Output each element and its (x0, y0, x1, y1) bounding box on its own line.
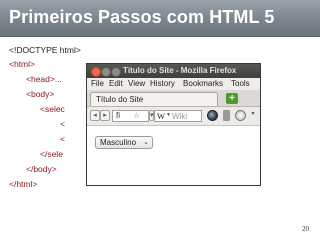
menu-tools[interactable]: Tools (231, 79, 250, 88)
new-tab-icon[interactable]: + (226, 93, 238, 104)
minimize-window-icon[interactable] (101, 67, 111, 77)
code-line-doctype: <!DOCTYPE html> (9, 45, 81, 55)
search-placeholder: Wiki (172, 112, 188, 121)
window-title: Título do Site - Mozilla Firefox (123, 66, 237, 75)
code-line-html-close: </html> (9, 179, 38, 189)
slide-title-bar: Primeiros Passos com HTML 5 (0, 0, 320, 37)
tab-label: Título do Site (96, 95, 144, 104)
gender-select[interactable]: Masculino ⌄ (95, 136, 153, 149)
page-content: Masculino ⌄ (87, 126, 260, 185)
code-line-option-1: < (60, 119, 65, 129)
forward-arrow-icon[interactable]: ▸ (100, 110, 110, 121)
tab-strip: Título do Site + (87, 90, 260, 107)
url-bar[interactable]: fi ☆ (112, 110, 149, 122)
navigation-toolbar: ◂ ▸ fi ☆ ▾ W ▼ Wiki ▾ (87, 107, 260, 126)
search-engine-dropdown-icon[interactable]: ▼ (166, 112, 171, 118)
code-line-body-open: <body> (26, 89, 55, 99)
toolbar-puzzle-icon[interactable] (223, 110, 230, 121)
menu-view[interactable]: View (128, 79, 145, 88)
slide-title: Primeiros Passos com HTML 5 (9, 7, 275, 27)
back-arrow-icon[interactable]: ◂ (90, 110, 100, 121)
code-line-html-open: <html> (9, 59, 35, 69)
browser-window: Título do Site - Mozilla Firefox File Ed… (86, 63, 261, 186)
menu-bar: File Edit View History Bookmarks Tools (87, 78, 260, 90)
page-number: 20 (302, 225, 309, 233)
search-box[interactable]: W ▼ Wiki (154, 110, 202, 122)
addon-icon[interactable] (235, 110, 246, 121)
code-line-head: <head>... (26, 74, 62, 84)
bookmark-star-icon[interactable]: ☆ (133, 111, 140, 120)
code-line-select-open: <selec (40, 104, 65, 114)
menu-file[interactable]: File (91, 79, 104, 88)
menu-edit[interactable]: Edit (109, 79, 123, 88)
wikipedia-icon: W (157, 111, 166, 121)
menu-bookmarks[interactable]: Bookmarks (183, 79, 223, 88)
code-line-body-close: </body> (26, 164, 57, 174)
tab-titulo-do-site[interactable]: Título do Site (90, 92, 218, 106)
code-line-select-close: </sele (40, 149, 63, 159)
menu-history[interactable]: History (150, 79, 175, 88)
toolbar-extension-icon[interactable] (207, 110, 218, 121)
chevron-down-icon: ⌄ (143, 139, 149, 146)
close-window-icon[interactable] (91, 67, 101, 77)
maximize-window-icon[interactable] (111, 67, 121, 77)
url-text: fi (116, 111, 120, 120)
code-line-option-2: < (60, 134, 65, 144)
select-value: Masculino (100, 138, 137, 147)
window-titlebar: Título do Site - Mozilla Firefox (87, 64, 260, 78)
toolbar-menu-chevron-icon[interactable]: ▾ (248, 110, 258, 121)
